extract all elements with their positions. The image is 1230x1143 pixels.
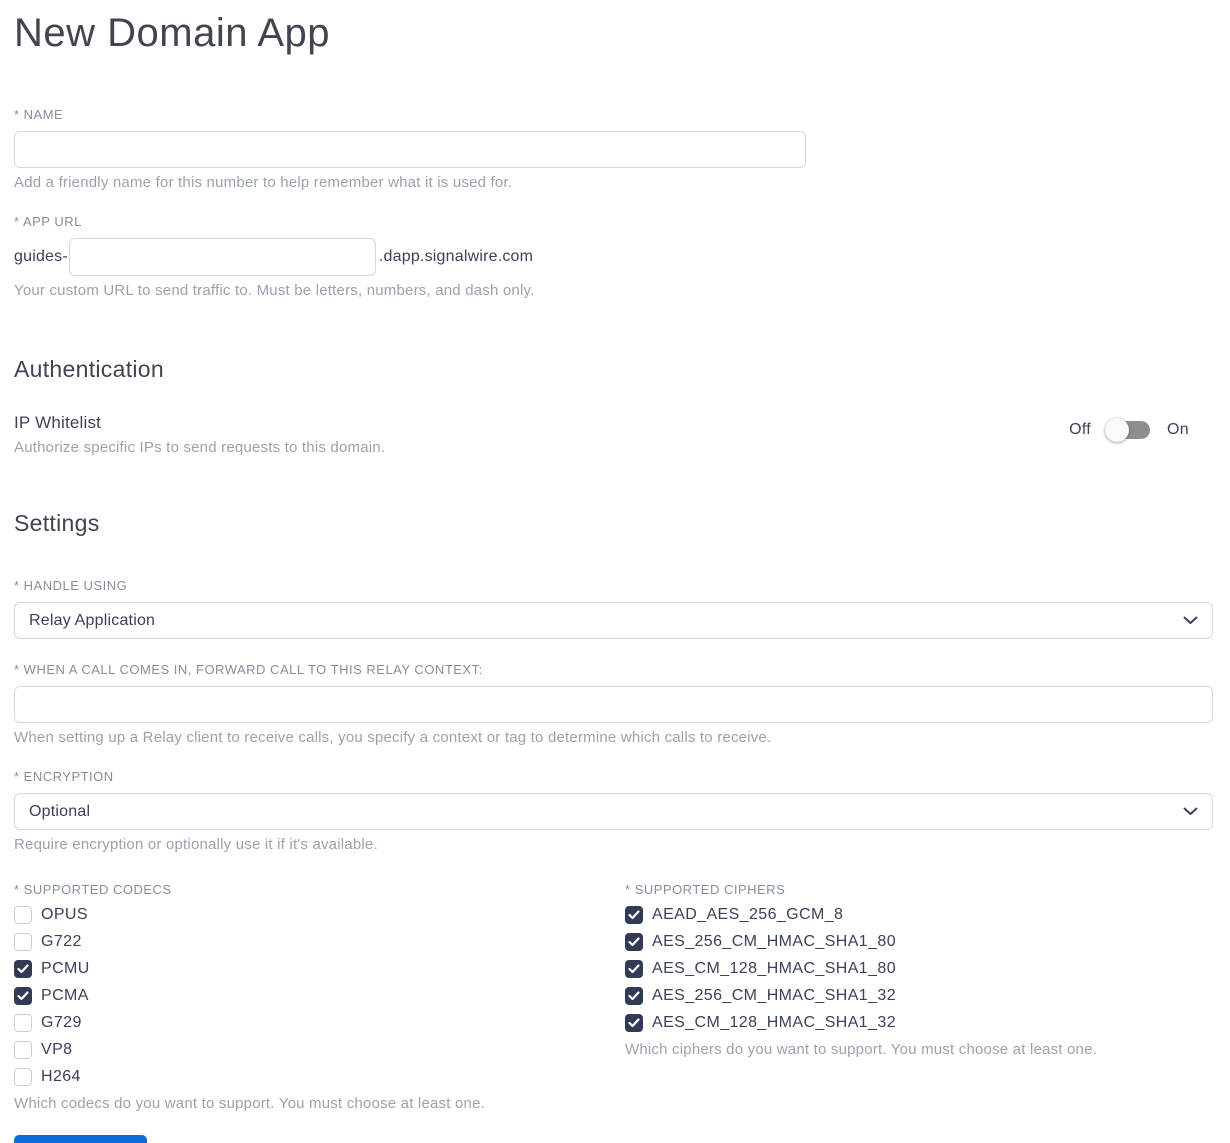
ip-whitelist-info: IP Whitelist Authorize specific IPs to s…: [14, 413, 385, 456]
codec-cipher-columns: * SUPPORTED CODECS OPUS G722 PCMU PCMA G…: [14, 882, 1213, 1112]
checkbox-label: AES_256_CM_HMAC_SHA1_80: [652, 933, 896, 950]
encryption-help: Require encryption or optionally use it …: [14, 836, 378, 853]
toggle-off-label: Off: [1069, 421, 1092, 438]
relay-context-label: * WHEN A CALL COMES IN, FORWARD CALL TO …: [14, 662, 483, 677]
checkbox[interactable]: [14, 987, 32, 1005]
codec-option[interactable]: OPUS: [14, 906, 88, 924]
checkbox[interactable]: [625, 987, 643, 1005]
checkbox-label: G722: [41, 933, 82, 950]
codec-option[interactable]: PCMU: [14, 960, 90, 978]
cipher-list: AEAD_AES_256_GCM_8 AES_256_CM_HMAC_SHA1_…: [625, 906, 1213, 1032]
ip-whitelist-row: IP Whitelist Authorize specific IPs to s…: [14, 413, 1213, 456]
chevron-down-icon: [1183, 807, 1198, 816]
check-icon: [628, 1018, 640, 1028]
chevron-down-icon: [1183, 616, 1198, 625]
relay-context-input[interactable]: [14, 686, 1213, 723]
toggle-knob-icon: [1105, 418, 1130, 442]
page-title: New Domain App: [14, 11, 331, 55]
ip-whitelist-toggle-group: Off On: [1069, 418, 1189, 442]
checkbox[interactable]: [14, 1041, 32, 1059]
name-input[interactable]: [14, 131, 806, 168]
encryption-select[interactable]: Optional: [14, 793, 1213, 830]
check-icon: [628, 910, 640, 920]
checkbox-label: AES_256_CM_HMAC_SHA1_32: [652, 987, 896, 1004]
name-label: * NAME: [14, 107, 64, 122]
encryption-label: * ENCRYPTION: [14, 769, 114, 784]
cipher-option[interactable]: AES_CM_128_HMAC_SHA1_80: [625, 960, 896, 978]
check-icon: [628, 937, 640, 947]
supported-codecs-label: * SUPPORTED CODECS: [14, 882, 172, 897]
app-url-help: Your custom URL to send traffic to. Must…: [14, 282, 535, 299]
check-icon: [628, 964, 640, 974]
ciphers-help: Which ciphers do you want to support. Yo…: [625, 1041, 1098, 1058]
checkbox[interactable]: [625, 906, 643, 924]
codec-list: OPUS G722 PCMU PCMA G729 VP8 H264: [14, 906, 625, 1086]
toggle-on-label: On: [1167, 421, 1189, 438]
supported-codecs-group: * SUPPORTED CODECS OPUS G722 PCMU PCMA G…: [14, 882, 625, 1112]
ip-whitelist-toggle[interactable]: [1105, 418, 1151, 442]
codec-option[interactable]: H264: [14, 1068, 81, 1086]
checkbox-label: AEAD_AES_256_GCM_8: [652, 906, 844, 923]
relay-context-help: When setting up a Relay client to receiv…: [14, 729, 772, 746]
checkbox[interactable]: [14, 906, 32, 924]
checkbox-label: VP8: [41, 1041, 73, 1058]
checkbox[interactable]: [625, 933, 643, 951]
supported-ciphers-group: * SUPPORTED CIPHERS AEAD_AES_256_GCM_8 A…: [625, 882, 1213, 1112]
checkbox[interactable]: [14, 933, 32, 951]
handle-using-group: * HANDLE USING Relay Application: [14, 578, 1213, 639]
check-icon: [17, 991, 29, 1001]
codec-option[interactable]: G729: [14, 1014, 82, 1032]
codec-option[interactable]: PCMA: [14, 987, 89, 1005]
cipher-option[interactable]: AES_CM_128_HMAC_SHA1_32: [625, 1014, 896, 1032]
checkbox-label: PCMA: [41, 987, 89, 1004]
relay-context-group: * WHEN A CALL COMES IN, FORWARD CALL TO …: [14, 662, 1213, 746]
checkbox-label: G729: [41, 1014, 82, 1031]
cipher-option[interactable]: AES_256_CM_HMAC_SHA1_80: [625, 933, 896, 951]
settings-heading: Settings: [14, 510, 100, 536]
app-url-prefix: guides-: [14, 248, 68, 265]
check-icon: [17, 964, 29, 974]
save-button[interactable]: Save: [14, 1135, 147, 1143]
cipher-option[interactable]: AES_256_CM_HMAC_SHA1_32: [625, 987, 896, 1005]
codec-option[interactable]: G722: [14, 933, 82, 951]
handle-using-label: * HANDLE USING: [14, 578, 128, 593]
ip-whitelist-label: IP Whitelist: [14, 413, 102, 432]
app-url-field-group: * APP URL guides- .dapp.signalwire.com Y…: [14, 214, 1213, 299]
app-url-label: * APP URL: [14, 214, 82, 229]
checkbox-label: AES_CM_128_HMAC_SHA1_32: [652, 1014, 896, 1031]
handle-using-value: Relay Application: [29, 611, 156, 629]
name-field-group: * NAME Add a friendly name for this numb…: [14, 107, 1213, 191]
ip-whitelist-help: Authorize specific IPs to send requests …: [14, 439, 386, 456]
checkbox[interactable]: [625, 960, 643, 978]
encryption-group: * ENCRYPTION Optional Require encryption…: [14, 769, 1213, 853]
supported-ciphers-label: * SUPPORTED CIPHERS: [625, 882, 786, 897]
checkbox-label: OPUS: [41, 906, 88, 923]
codecs-help: Which codecs do you want to support. You…: [14, 1095, 485, 1112]
checkbox-label: AES_CM_128_HMAC_SHA1_80: [652, 960, 896, 977]
new-domain-app-form: New Domain App * NAME Add a friendly nam…: [0, 0, 1230, 1143]
codec-option[interactable]: VP8: [14, 1041, 72, 1059]
checkbox-label: PCMU: [41, 960, 90, 977]
check-icon: [628, 991, 640, 1001]
app-url-suffix: .dapp.signalwire.com: [378, 248, 534, 265]
checkbox[interactable]: [14, 960, 32, 978]
checkbox[interactable]: [14, 1068, 32, 1086]
cipher-option[interactable]: AEAD_AES_256_GCM_8: [625, 906, 843, 924]
handle-using-select[interactable]: Relay Application: [14, 602, 1213, 639]
authentication-heading: Authentication: [14, 356, 164, 382]
checkbox[interactable]: [14, 1014, 32, 1032]
checkbox[interactable]: [625, 1014, 643, 1032]
name-help: Add a friendly name for this number to h…: [14, 174, 513, 191]
checkbox-label: H264: [41, 1068, 81, 1085]
app-url-row: guides- .dapp.signalwire.com: [14, 238, 1213, 276]
encryption-value: Optional: [29, 802, 91, 820]
app-url-input[interactable]: [68, 238, 376, 276]
